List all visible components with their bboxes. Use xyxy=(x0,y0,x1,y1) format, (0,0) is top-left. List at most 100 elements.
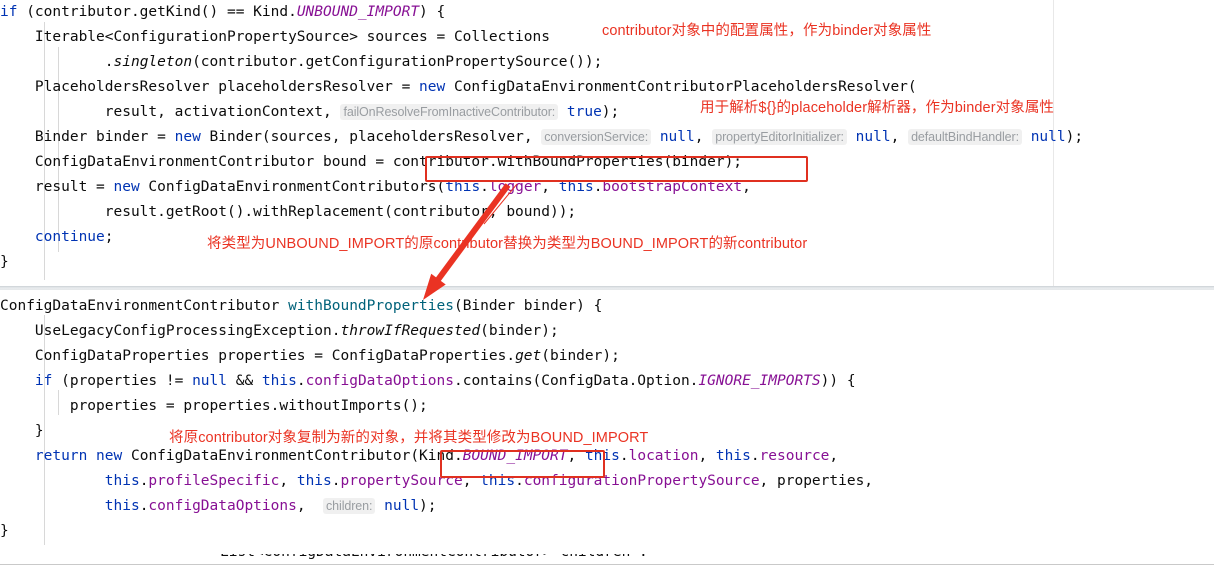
code-token: , xyxy=(279,473,297,489)
code-token: if xyxy=(34,373,53,389)
code-token: Binder(sources, placeholdersResolver, xyxy=(200,129,542,145)
code-token: (binder); xyxy=(541,348,620,364)
code-token: this xyxy=(104,498,140,514)
code-line: properties = properties.withoutImports()… xyxy=(0,394,1214,419)
code-line: ConfigDataEnvironmentContributor bound =… xyxy=(0,150,1214,175)
code-line: ConfigDataEnvironmentContributor withBou… xyxy=(0,294,1214,319)
code-token: (contributor.getKind() == Kind. xyxy=(17,4,297,20)
code-token: . xyxy=(515,473,524,489)
code-token: (contributor.getConfigurationPropertySou… xyxy=(192,54,603,70)
code-token: this xyxy=(445,179,481,195)
code-token: new xyxy=(174,129,201,145)
code-line: .singleton(contributor.getConfigurationP… xyxy=(0,50,1214,75)
anno-copy-object-change-kind: 将原contributor对象复制为新的对象，并将其类型修改为BOUND_IMP… xyxy=(169,430,649,446)
code-line: if (properties != null && this.configDat… xyxy=(0,369,1214,394)
code-token: , xyxy=(567,448,585,464)
code-lines-bottom: ConfigDataEnvironmentContributor withBou… xyxy=(0,290,1214,544)
code-token: properties = properties.withoutImports()… xyxy=(0,398,428,414)
code-token: this xyxy=(558,179,594,195)
code-token: BOUND_IMPORT xyxy=(462,448,568,464)
code-token: (binder); xyxy=(480,323,559,339)
anno-placeholder-resolver: 用于解析${}的placeholder解析器，作为binder对象属性 xyxy=(700,100,1055,116)
code-token: . xyxy=(331,473,341,489)
code-token: return xyxy=(34,448,88,464)
code-token: logger xyxy=(488,179,542,195)
code-token: configurationPropertySource xyxy=(523,473,760,489)
code-token: null xyxy=(855,129,891,145)
code-token: ConfigDataEnvironmentContributorPlacehol… xyxy=(445,79,917,95)
code-token: ConfigDataEnvironmentContributors( xyxy=(139,179,446,195)
code-token: if xyxy=(0,4,18,20)
code-token: singleton xyxy=(113,54,193,70)
code-token: . xyxy=(296,373,306,389)
code-token: this xyxy=(296,473,332,489)
code-token: throwIfRequested xyxy=(340,323,481,339)
code-token: } xyxy=(0,423,44,439)
code-line: ConfigDataProperties properties = Config… xyxy=(0,344,1214,369)
code-token: profileSpecific xyxy=(148,473,280,489)
code-token: && xyxy=(227,373,262,389)
code-token: , xyxy=(829,448,839,464)
code-token: result.getRoot().withReplacement(contrib… xyxy=(0,204,577,220)
code-token: .contains(ConfigData.Option. xyxy=(453,373,699,389)
code-token: (properties != xyxy=(52,373,193,389)
code-token: this xyxy=(261,373,297,389)
code-token: continue xyxy=(34,229,105,245)
code-token: ConfigDataEnvironmentContributor xyxy=(0,298,289,314)
parameter-hint-chip: failOnResolveFromInactiveContributor: xyxy=(340,104,559,120)
code-token: (Binder binder) { xyxy=(453,298,603,314)
code-token: )) { xyxy=(820,373,856,389)
code-token: new xyxy=(96,448,123,464)
code-token: } xyxy=(0,523,9,539)
code-token: Binder binder = xyxy=(0,129,175,145)
anno-replace-unbound-with-bound: 将类型为UNBOUND_IMPORT的原contributor替换为类型为BOU… xyxy=(207,236,808,252)
code-token: , xyxy=(742,179,751,195)
code-token: ); xyxy=(601,104,620,120)
code-token: IGNORE_IMPORTS xyxy=(698,373,821,389)
code-token: PlaceholdersResolver placeholdersResolve… xyxy=(0,79,420,95)
code-token: null xyxy=(384,498,420,514)
code-token: result = xyxy=(0,179,114,195)
anno-contributor-config-props: contributor对象中的配置属性，作为binder对象属性 xyxy=(602,23,932,39)
code-token: . xyxy=(0,54,114,70)
code-token: this xyxy=(480,473,516,489)
code-line: } xyxy=(0,519,1214,544)
code-token: . xyxy=(619,448,629,464)
code-token: null xyxy=(192,373,227,389)
code-token: new xyxy=(113,179,140,195)
code-token: , xyxy=(541,179,559,195)
code-token: this xyxy=(584,448,620,464)
parameter-hint-chip: propertyEditorInitializer: xyxy=(712,129,847,145)
code-token: , xyxy=(698,448,716,464)
code-token: UseLegacyConfigProcessingException. xyxy=(0,323,341,339)
code-line: result.getRoot().withReplacement(contrib… xyxy=(0,200,1214,225)
editor-split-divider[interactable] xyxy=(0,286,1214,290)
code-token: new xyxy=(419,79,446,95)
code-token: withBoundProperties xyxy=(288,298,454,314)
code-token: null xyxy=(659,129,695,145)
code-token: bootstrapContext xyxy=(602,179,743,195)
code-token: . xyxy=(480,179,489,195)
parameter-hint-chip: conversionService: xyxy=(541,129,652,145)
code-token: location xyxy=(628,448,699,464)
code-token: , xyxy=(296,498,324,514)
code-token: null xyxy=(1030,129,1066,145)
code-line: this.profileSpecific, this.propertySourc… xyxy=(0,469,1214,494)
code-token: ConfigDataEnvironmentContributor bound =… xyxy=(0,154,743,170)
code-token: , xyxy=(694,129,713,145)
parameter-hint-chip: children: xyxy=(323,498,376,514)
code-token: . xyxy=(750,448,760,464)
code-token: this xyxy=(104,473,140,489)
code-line: result = new ConfigDataEnvironmentContri… xyxy=(0,175,1214,200)
code-token: , xyxy=(462,473,481,489)
code-token: ); xyxy=(419,498,437,514)
